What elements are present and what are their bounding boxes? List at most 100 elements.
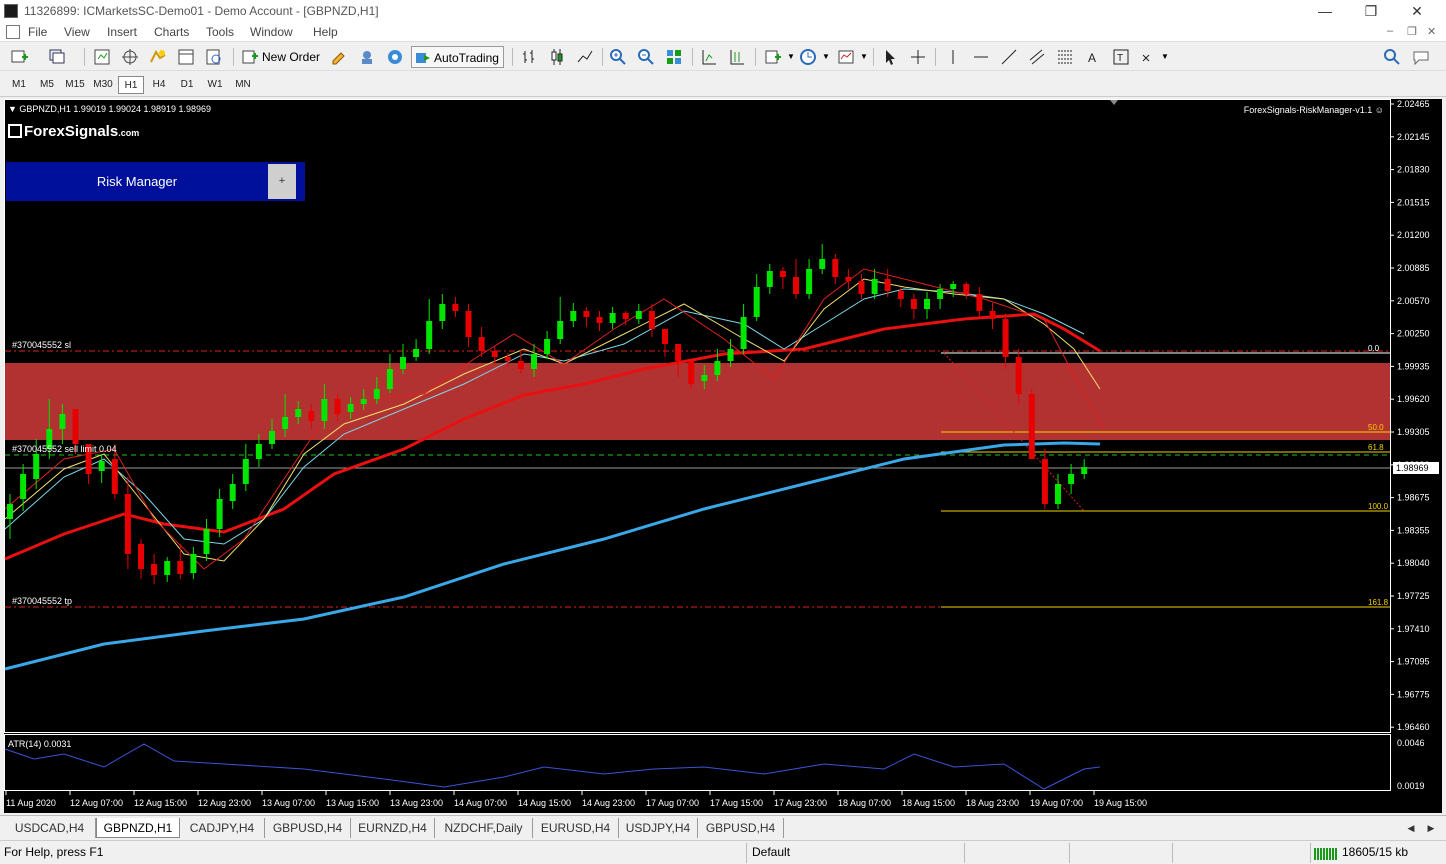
search-icon[interactable]	[1382, 47, 1402, 67]
indicators-dropdown-icon[interactable]: ▼	[783, 46, 799, 68]
timeframe-mn[interactable]: MN	[230, 76, 256, 94]
new-order-icon[interactable]	[240, 47, 260, 67]
text-icon[interactable]: A	[1083, 47, 1103, 67]
candle-body	[439, 304, 446, 321]
chart-window[interactable]: 2.02465 2.02145 2.01830 2.01515 2.01200 2.008…	[4, 99, 1442, 813]
tab-gbpnzd-h1[interactable]: GBPNZD,H1	[96, 818, 180, 838]
strategy-tester-icon[interactable]	[204, 47, 224, 67]
candle-body	[1081, 467, 1088, 474]
data-window-icon[interactable]	[120, 47, 140, 67]
fibonacci-icon[interactable]	[1055, 47, 1075, 67]
tab-eurnzd-h4[interactable]: EURNZD,H4	[351, 818, 435, 838]
indicators-icon[interactable]	[763, 47, 783, 67]
menu-charts[interactable]: Charts	[154, 25, 189, 39]
risk-manager-button[interactable]: Risk Manager	[6, 162, 268, 201]
price-scale-label: 1.99620	[1397, 394, 1430, 404]
market-icon[interactable]	[385, 47, 405, 67]
sell-zone-rectangle[interactable]	[5, 363, 1390, 440]
menu-help[interactable]: Help	[313, 25, 338, 39]
candle-body	[517, 361, 524, 369]
minimize-button[interactable]: —	[1302, 0, 1348, 22]
mdi-close-button[interactable]: ✕	[1427, 25, 1436, 38]
chart-window-icon[interactable]	[6, 25, 20, 39]
tab-gbpusd-h4-2[interactable]: GBPUSD,H4	[698, 818, 784, 838]
take-profit-label: #370045552 tp	[12, 596, 72, 606]
new-chart-icon[interactable]	[10, 47, 30, 67]
timeframe-h1[interactable]: H1	[118, 76, 144, 94]
candle-body	[779, 271, 786, 277]
new-order-button[interactable]: New Order	[258, 46, 324, 68]
tab-gbpusd-h4[interactable]: GBPUSD,H4	[265, 818, 351, 838]
risk-manager-expand-button[interactable]: +	[268, 164, 296, 199]
arrows-icon[interactable]	[1139, 47, 1159, 67]
candle-body	[635, 311, 642, 319]
periods-dropdown-icon[interactable]: ▼	[818, 46, 834, 68]
candle-body	[360, 399, 367, 404]
time-axis-label: 11 Aug 2020	[6, 798, 56, 808]
timeframe-w1[interactable]: W1	[202, 76, 228, 94]
zoom-out-icon[interactable]	[636, 47, 656, 67]
restore-button[interactable]: ❐	[1348, 0, 1394, 22]
zoom-in-icon[interactable]	[608, 47, 628, 67]
timeframe-h4[interactable]: H4	[146, 76, 172, 94]
tab-scroll-right-icon[interactable]: ▶	[1424, 818, 1438, 838]
bar-chart-icon[interactable]	[519, 47, 539, 67]
candle-body	[98, 461, 105, 471]
navigator-icon[interactable]	[148, 47, 168, 67]
chat-icon[interactable]	[1411, 47, 1431, 67]
metaeditor-icon[interactable]	[329, 47, 349, 67]
chart-shift-icon[interactable]	[699, 47, 719, 67]
autotrading-button[interactable]: AutoTrading	[411, 46, 504, 68]
cursor-icon[interactable]	[880, 47, 900, 67]
mdi-restore-button[interactable]: ❐	[1407, 25, 1417, 38]
timeframe-m5[interactable]: M5	[34, 76, 60, 94]
candle-body	[740, 317, 747, 349]
candle-body	[1041, 459, 1048, 504]
crosshair-icon[interactable]	[908, 47, 928, 67]
candle-body	[203, 529, 210, 554]
tile-windows-icon[interactable]	[664, 47, 684, 67]
price-scale-label: 2.01830	[1397, 165, 1430, 175]
timeframe-d1[interactable]: D1	[174, 76, 200, 94]
status-separator	[1172, 843, 1173, 863]
candle-body	[282, 417, 289, 429]
tab-eurusd-h4[interactable]: EURUSD,H4	[533, 818, 619, 838]
arrows-dropdown-icon[interactable]: ▼	[1157, 46, 1173, 68]
close-button[interactable]: ✕	[1394, 0, 1440, 22]
time-axis-label: 13 Aug 07:00	[262, 798, 315, 808]
mdi-minimize-button[interactable]: –	[1387, 25, 1393, 37]
vertical-line-icon[interactable]	[943, 47, 963, 67]
app-icon	[4, 4, 18, 18]
menu-tools[interactable]: Tools	[206, 25, 234, 39]
candle-body	[819, 259, 826, 269]
candlestick-chart-icon[interactable]	[547, 47, 567, 67]
tab-usdjpy-h4[interactable]: USDJPY,H4	[619, 818, 698, 838]
line-chart-icon[interactable]	[575, 47, 595, 67]
price-scale-label: 1.97410	[1397, 624, 1430, 634]
signals-icon[interactable]	[357, 47, 377, 67]
market-watch-icon[interactable]	[92, 47, 112, 67]
templates-icon[interactable]	[836, 47, 856, 67]
equidistant-channel-icon[interactable]	[1027, 47, 1047, 67]
trendline-icon[interactable]	[999, 47, 1019, 67]
templates-dropdown-icon[interactable]: ▼	[856, 46, 872, 68]
timeframe-m1[interactable]: M1	[6, 76, 32, 94]
menu-view[interactable]: View	[64, 25, 90, 39]
tab-scroll-left-icon[interactable]: ◀	[1404, 818, 1418, 838]
price-chart[interactable]: 2.02465 2.02145 2.01830 2.01515 2.01200 2.008…	[4, 99, 1442, 813]
terminal-icon[interactable]	[176, 47, 196, 67]
menu-window[interactable]: Window	[250, 25, 293, 39]
periods-icon[interactable]	[798, 47, 818, 67]
horizontal-line-icon[interactable]	[971, 47, 991, 67]
menu-insert[interactable]: Insert	[107, 25, 137, 39]
toolbar-separator	[233, 48, 234, 66]
text-label-icon[interactable]: T	[1111, 47, 1131, 67]
tab-nzdchf-daily[interactable]: NZDCHF,Daily	[435, 818, 533, 838]
tab-cadjpy-h4[interactable]: CADJPY,H4	[180, 818, 265, 838]
timeframe-m15[interactable]: M15	[62, 76, 88, 94]
menu-file[interactable]: File	[28, 25, 47, 39]
profiles-icon[interactable]	[47, 47, 67, 67]
autoscroll-icon[interactable]	[727, 47, 747, 67]
timeframe-m30[interactable]: M30	[90, 76, 116, 94]
tab-usdcad-h4[interactable]: USDCAD,H4	[4, 818, 96, 838]
